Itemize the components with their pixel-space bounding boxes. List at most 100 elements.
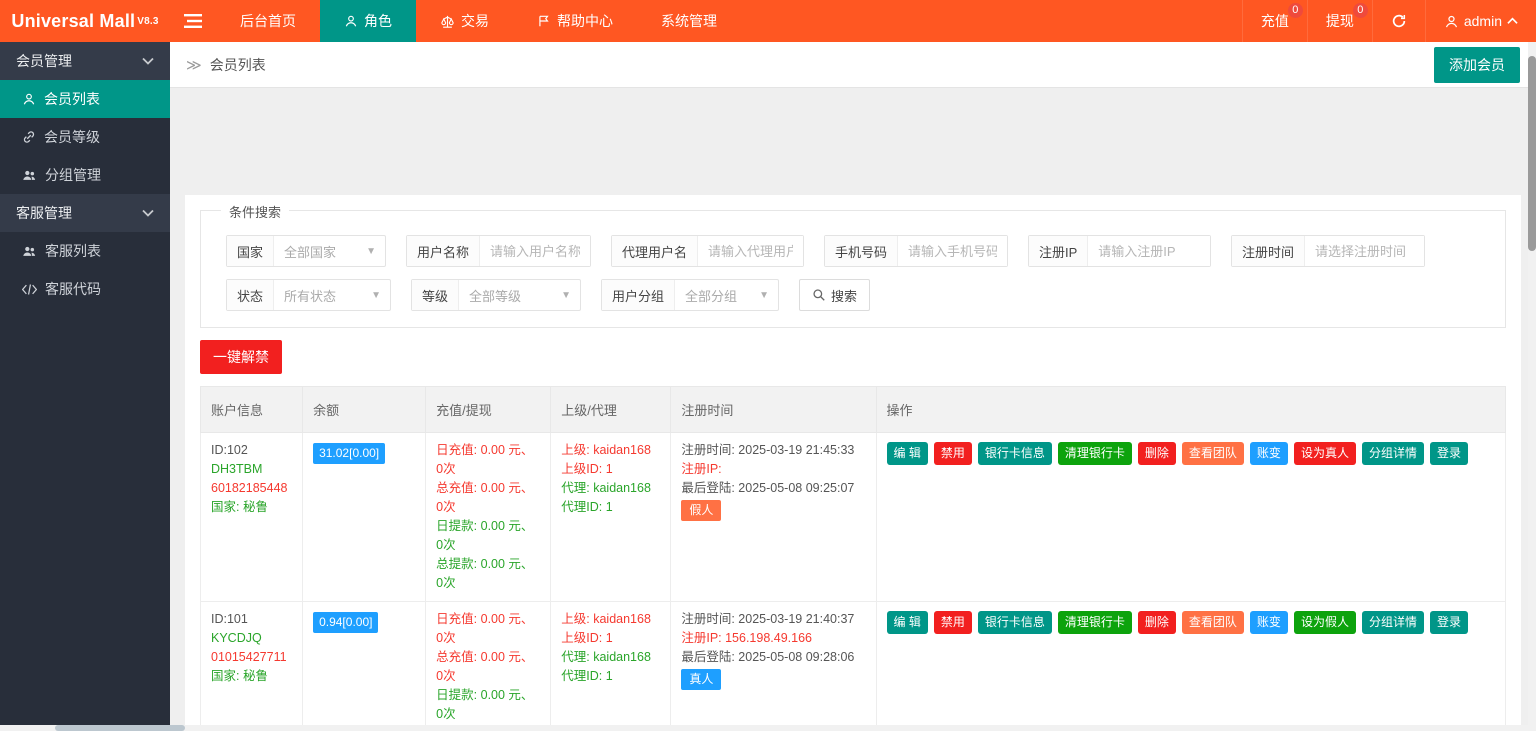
sidebar-item-label: 会员等级 (44, 127, 100, 147)
filter-label: 用户分组 (602, 280, 675, 310)
day-withdraw: 日提款: 0.00 元、0次 (436, 517, 540, 555)
action-button-删除[interactable]: 删除 (1138, 611, 1176, 634)
chevron-up-icon (1507, 17, 1518, 25)
vertical-scrollbar-thumb[interactable] (1528, 56, 1536, 251)
filter-用户分组[interactable]: 用户分组全部分组▼ (601, 279, 779, 311)
nav-tab-交易[interactable]: 交易 (416, 0, 513, 42)
col-header-操作: 操作 (876, 387, 1506, 433)
member-id: ID:102 (211, 441, 292, 460)
action-button-查看团队[interactable]: 查看团队 (1182, 442, 1244, 465)
filter-用户名称: 用户名称 (406, 235, 591, 267)
action-button-分组详情[interactable]: 分组详情 (1362, 611, 1424, 634)
cell-actions: 编 辑禁用银行卡信息清理银行卡删除查看团队账变设为真人分组详情登录 (876, 433, 1506, 602)
action-button-分组详情[interactable]: 分组详情 (1362, 442, 1424, 465)
parent-id: 上级ID: 1 (561, 629, 660, 648)
nav-tab-label: 后台首页 (240, 11, 296, 31)
main-content: ≫ 会员列表 添加会员 条件搜索 国家全部国家▼用户名称代理用户名手机号码注册I… (170, 42, 1536, 731)
top-nav: 后台首页 角色 交易 帮助中心 系统管理 (216, 0, 741, 42)
nav-tab-系统管理[interactable]: 系统管理 (637, 0, 741, 42)
filter-注册时间: 注册时间 (1231, 235, 1425, 267)
nav-tab-帮助中心[interactable]: 帮助中心 (513, 0, 637, 42)
nav-tab-label: 系统管理 (661, 11, 717, 31)
app-version: V8.3 (137, 16, 158, 27)
action-button-查看团队[interactable]: 查看团队 (1182, 611, 1244, 634)
chevron-down-icon (142, 209, 154, 217)
sidebar-item-label: 会员列表 (44, 89, 100, 109)
filter-input[interactable] (480, 236, 590, 266)
action-button-清理银行卡[interactable]: 清理银行卡 (1058, 442, 1132, 465)
recharge-badge: 0 (1288, 3, 1303, 18)
app-logo: Universal MallV8.3 (0, 0, 170, 42)
col-header-余额: 余额 (303, 387, 426, 433)
last-login: 最后登陆: 2025-05-08 09:25:07 (681, 479, 865, 498)
member-account: 01015427711 (211, 648, 292, 667)
filter-select-value: 全部分组 (675, 286, 759, 305)
filter-input[interactable] (1088, 236, 1210, 266)
balance-badge: 0.94[0.00] (313, 612, 378, 633)
sidebar-item-会员等级[interactable]: 会员等级 (0, 118, 170, 156)
search-button[interactable]: 搜索 (799, 279, 870, 311)
breadcrumb: 会员列表 (210, 55, 266, 75)
action-button-清理银行卡[interactable]: 清理银行卡 (1058, 611, 1132, 634)
sidebar-group-会员管理[interactable]: 会员管理 (0, 42, 170, 80)
recharge-button[interactable]: 充值 0 (1242, 0, 1307, 42)
filter-label: 代理用户名 (612, 236, 698, 266)
filter-国家[interactable]: 国家全部国家▼ (226, 235, 386, 267)
nav-tab-label: 交易 (461, 11, 489, 31)
action-button-设为真人[interactable]: 设为真人 (1294, 442, 1356, 465)
action-button-账变[interactable]: 账变 (1250, 611, 1288, 634)
total-withdraw: 总提款: 0.00 元、0次 (436, 555, 540, 593)
member-table: 账户信息余额充值/提现上级/代理注册时间操作 ID:102DH3TBM60182… (200, 386, 1506, 731)
cell-account-info: ID:101KYCDJQ01015427711国家: 秘鲁 (201, 602, 303, 731)
table-row: ID:101KYCDJQ01015427711国家: 秘鲁 0.94[0.00] 日… (201, 602, 1506, 731)
action-button-登录[interactable]: 登录 (1430, 442, 1468, 465)
col-header-账户信息: 账户信息 (201, 387, 303, 433)
add-member-button[interactable]: 添加会员 (1434, 47, 1520, 83)
withdraw-label: 提现 (1326, 11, 1354, 31)
sidebar-item-会员列表[interactable]: 会员列表 (0, 80, 170, 118)
register-time: 注册时间: 2025-03-19 21:45:33 (681, 441, 865, 460)
action-button-禁用[interactable]: 禁用 (934, 442, 972, 465)
withdraw-button[interactable]: 提现 0 (1307, 0, 1372, 42)
register-time: 注册时间: 2025-03-19 21:40:37 (681, 610, 865, 629)
unban-all-button[interactable]: 一键解禁 (200, 340, 282, 374)
sidebar-group-客服管理[interactable]: 客服管理 (0, 194, 170, 232)
day-withdraw: 日提款: 0.00 元、0次 (436, 686, 540, 724)
action-button-编辑[interactable]: 编 辑 (887, 442, 928, 465)
total-recharge: 总充值: 0.00 元、0次 (436, 479, 540, 517)
vertical-scrollbar (1528, 42, 1536, 731)
menu-toggle-icon[interactable] (170, 0, 216, 42)
person-icon (344, 14, 358, 28)
parent-name: 上级: kaidan168 (561, 610, 660, 629)
filter-状态[interactable]: 状态所有状态▼ (226, 279, 391, 311)
action-button-银行卡信息[interactable]: 银行卡信息 (978, 442, 1052, 465)
action-button-禁用[interactable]: 禁用 (934, 611, 972, 634)
member-country: 国家: 秘鲁 (211, 667, 292, 686)
withdraw-badge: 0 (1353, 3, 1368, 18)
action-button-账变[interactable]: 账变 (1250, 442, 1288, 465)
search-icon (812, 288, 826, 302)
sidebar-item-分组管理[interactable]: 分组管理 (0, 156, 170, 194)
sidebar-item-客服代码[interactable]: 客服代码 (0, 270, 170, 308)
action-button-删除[interactable]: 删除 (1138, 442, 1176, 465)
user-menu[interactable]: admin (1425, 0, 1536, 42)
action-button-登录[interactable]: 登录 (1430, 611, 1468, 634)
refresh-button[interactable] (1372, 0, 1425, 42)
action-button-银行卡信息[interactable]: 银行卡信息 (978, 611, 1052, 634)
action-button-设为假人[interactable]: 设为假人 (1294, 611, 1356, 634)
filter-input[interactable] (698, 236, 803, 266)
filter-input[interactable] (898, 236, 1007, 266)
filter-select-value: 所有状态 (274, 286, 371, 305)
parent-id: 上级ID: 1 (561, 460, 660, 479)
sidebar-group-label: 客服管理 (16, 203, 72, 223)
filter-等级[interactable]: 等级全部等级▼ (411, 279, 581, 311)
action-button-编辑[interactable]: 编 辑 (887, 611, 928, 634)
sidebar-item-客服列表[interactable]: 客服列表 (0, 232, 170, 270)
filter-input[interactable] (1305, 236, 1424, 266)
username-label: admin (1464, 13, 1502, 29)
horizontal-scrollbar-thumb[interactable] (55, 725, 185, 731)
cell-register-time: 注册时间: 2025-03-19 21:45:33注册IP: 最后登陆: 202… (671, 433, 876, 602)
nav-tab-后台首页[interactable]: 后台首页 (216, 0, 320, 42)
cell-balance: 31.02[0.00] (303, 433, 426, 602)
nav-tab-角色[interactable]: 角色 (320, 0, 416, 42)
